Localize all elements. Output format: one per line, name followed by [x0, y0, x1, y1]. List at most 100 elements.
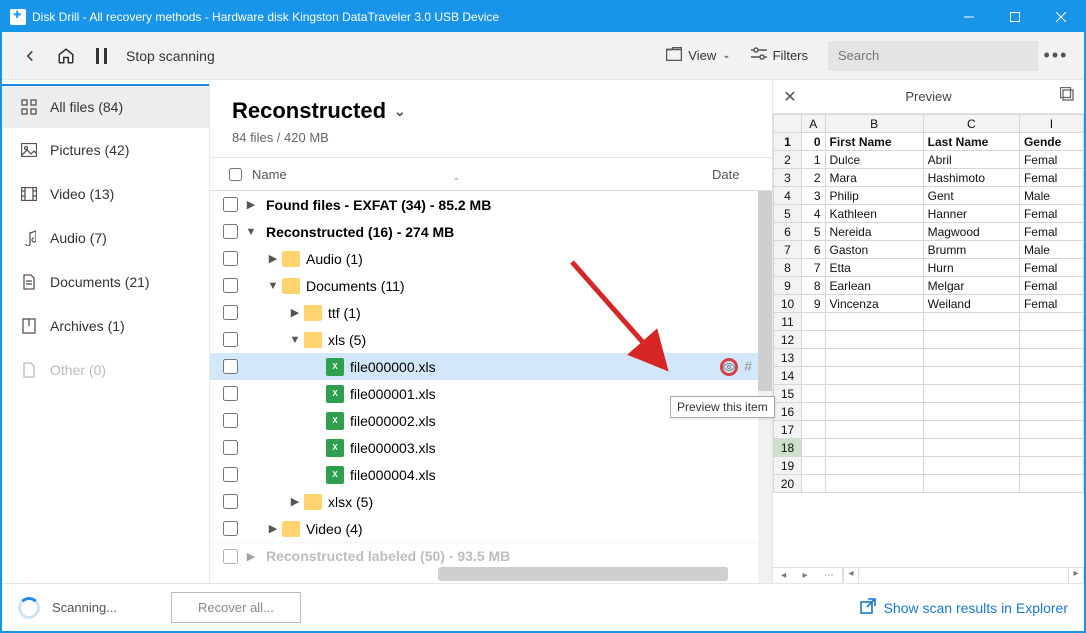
row-header[interactable]: 10	[774, 295, 802, 313]
expand-toggle[interactable]: ▶	[264, 522, 282, 535]
sidebar-item-documents[interactable]: Documents (21)	[2, 260, 209, 304]
sheet-row[interactable]: 32MaraHashimotoFemal	[774, 169, 1084, 187]
tree-row[interactable]: ▶Audio (1)	[210, 245, 772, 272]
expand-toggle[interactable]: ▼	[286, 334, 304, 346]
row-header[interactable]: 17	[774, 421, 802, 439]
tree-row[interactable]: ▼Reconstructed (16) - 274 MB	[210, 218, 772, 245]
sheet-row[interactable]: 18	[774, 439, 1084, 457]
row-checkbox[interactable]	[218, 494, 242, 509]
expand-toggle[interactable]: ▶	[264, 252, 282, 265]
sheet-row[interactable]: 13	[774, 349, 1084, 367]
row-header[interactable]: 5	[774, 205, 802, 223]
select-all-checkbox[interactable]	[218, 168, 252, 181]
sidebar-item-pictures[interactable]: Pictures (42)	[2, 128, 209, 172]
hex-view-button[interactable]: #	[744, 358, 752, 376]
more-menu-button[interactable]: •••	[1038, 45, 1074, 66]
sheet-row[interactable]: 43PhilipGentMale	[774, 187, 1084, 205]
sheet-row[interactable]: 54KathleenHannerFemal	[774, 205, 1084, 223]
show-in-explorer-link[interactable]: Show scan results in Explorer	[860, 598, 1068, 617]
sheet-col-header[interactable]	[774, 115, 802, 133]
row-header[interactable]: 16	[774, 403, 802, 421]
row-header[interactable]: 12	[774, 331, 802, 349]
row-checkbox[interactable]	[218, 305, 242, 320]
row-checkbox[interactable]	[218, 359, 242, 374]
column-name[interactable]: Name⌃	[252, 167, 712, 182]
home-button[interactable]	[48, 38, 84, 74]
row-checkbox[interactable]	[218, 386, 242, 401]
sheet-row[interactable]: 14	[774, 367, 1084, 385]
row-checkbox[interactable]	[218, 521, 242, 536]
row-header[interactable]: 7	[774, 241, 802, 259]
sheet-row[interactable]: 12	[774, 331, 1084, 349]
row-header[interactable]: 11	[774, 313, 802, 331]
tree-row[interactable]: ▶Found files - EXFAT (34) - 85.2 MB	[210, 191, 772, 218]
row-header[interactable]: 9	[774, 277, 802, 295]
sheet-row[interactable]: 98EarleanMelgarFemal	[774, 277, 1084, 295]
recover-all-button[interactable]: Recover all...	[171, 592, 301, 623]
category-heading[interactable]: Reconstructed ⌄	[232, 98, 750, 124]
close-preview-button[interactable]: ✕	[773, 87, 807, 107]
expand-toggle[interactable]: ▶	[242, 198, 260, 211]
sheet-hscroll[interactable]: ◂▸⋯ ◂ ▸	[773, 567, 1084, 583]
row-checkbox[interactable]	[218, 413, 242, 428]
column-date[interactable]: Date	[712, 167, 772, 182]
sheet-row[interactable]: 16	[774, 403, 1084, 421]
view-dropdown[interactable]: View ⌄	[656, 43, 740, 68]
row-header[interactable]: 19	[774, 457, 802, 475]
back-button[interactable]	[12, 38, 48, 74]
sheet-row[interactable]: 87EttaHurnFemal	[774, 259, 1084, 277]
sidebar-item-audio[interactable]: Audio (7)	[2, 216, 209, 260]
row-header[interactable]: 4	[774, 187, 802, 205]
row-checkbox[interactable]	[218, 197, 242, 212]
search-input[interactable]	[828, 41, 1038, 71]
sheet-row[interactable]: 20	[774, 475, 1084, 493]
sheet-row[interactable]: 17	[774, 421, 1084, 439]
sheet-row[interactable]: 76GastonBrummMale	[774, 241, 1084, 259]
spreadsheet-preview[interactable]: ABCI10First NameLast NameGende21DulceAbr…	[773, 114, 1084, 567]
sheet-col-header[interactable]: A	[802, 115, 826, 133]
row-checkbox[interactable]	[218, 224, 242, 239]
sheet-row[interactable]: 11	[774, 313, 1084, 331]
row-checkbox[interactable]	[218, 549, 242, 564]
row-checkbox[interactable]	[218, 251, 242, 266]
row-checkbox[interactable]	[218, 332, 242, 347]
row-header[interactable]: 8	[774, 259, 802, 277]
close-button[interactable]	[1038, 2, 1084, 32]
expand-toggle[interactable]: ▼	[242, 226, 260, 238]
tree-row[interactable]: Xfile000004.xls	[210, 461, 772, 488]
tree-row[interactable]: ▶xlsx (5)	[210, 488, 772, 515]
tree-row[interactable]: Xfile000003.xls	[210, 434, 772, 461]
scroll-right-icon[interactable]: ▸	[1068, 568, 1084, 583]
sheet-pager[interactable]: ◂▸⋯	[773, 568, 843, 583]
row-checkbox[interactable]	[218, 440, 242, 455]
expand-toggle[interactable]: ▶	[286, 306, 304, 319]
filters-button[interactable]: Filters	[741, 43, 818, 68]
preview-item-button[interactable]	[720, 358, 738, 376]
sheet-row[interactable]: 19	[774, 457, 1084, 475]
tree-row[interactable]: ▶Video (4)	[210, 515, 772, 542]
sheet-row[interactable]: 65NereidaMagwoodFemal	[774, 223, 1084, 241]
minimize-button[interactable]	[946, 2, 992, 32]
sheet-row[interactable]: 21DulceAbrilFemal	[774, 151, 1084, 169]
row-header[interactable]: 14	[774, 367, 802, 385]
row-header[interactable]: 13	[774, 349, 802, 367]
row-header[interactable]: 20	[774, 475, 802, 493]
stop-scanning-label[interactable]: Stop scanning	[126, 48, 215, 64]
expand-toggle[interactable]: ▶	[286, 495, 304, 508]
popout-icon[interactable]	[1050, 87, 1084, 106]
maximize-button[interactable]	[992, 2, 1038, 32]
sheet-row[interactable]: 15	[774, 385, 1084, 403]
tree-row[interactable]: ▼xls (5)	[210, 326, 772, 353]
sidebar-item-archives[interactable]: Archives (1)	[2, 304, 209, 348]
row-header[interactable]: 18	[774, 439, 802, 457]
horizontal-scrollbar[interactable]	[438, 567, 728, 581]
row-checkbox[interactable]	[218, 467, 242, 482]
pause-button[interactable]	[84, 38, 120, 74]
scroll-left-icon[interactable]: ◂	[843, 568, 859, 583]
row-header[interactable]: 1	[774, 133, 802, 151]
tree-row[interactable]: ▼Documents (11)	[210, 272, 772, 299]
sidebar-item-video[interactable]: Video (13)	[2, 172, 209, 216]
sheet-col-header[interactable]: C	[923, 115, 1019, 133]
sheet-row[interactable]: 109VincenzaWeilandFemal	[774, 295, 1084, 313]
sheet-col-header[interactable]: I	[1019, 115, 1083, 133]
